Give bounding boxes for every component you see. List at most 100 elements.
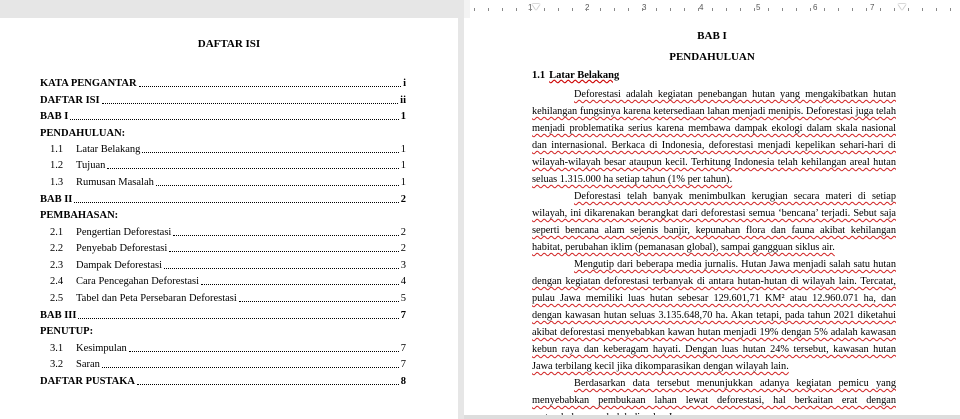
ruler-number: 6: [813, 3, 818, 12]
ruler-tick: [740, 8, 741, 11]
ruler-number: 4: [699, 3, 704, 12]
toc-entry-number: 3.1: [50, 343, 64, 354]
toc-entry[interactable]: 2.1 Pengertian Deforestasi 2: [40, 225, 406, 239]
ruler-tick: [880, 8, 881, 11]
toc-dot-leader: [164, 268, 399, 269]
body-paragraph: Deforestasi adalah kegiatan penebangan h…: [532, 89, 896, 185]
ruler-tick: [642, 8, 643, 11]
toc-dot-leader: [70, 119, 399, 120]
ruler-tick: [586, 8, 587, 11]
body-paragraph: Berdasarkan data tersebut menunjukkan ad…: [532, 378, 896, 419]
toc-entry[interactable]: 2.4 Cara Pencegahan Deforestasi 4: [40, 274, 406, 288]
ruler-tick: [628, 8, 629, 11]
horizontal-scrollbar[interactable]: [464, 415, 960, 419]
body-paragraph: Deforestasi telah banyak menimbulkan ker…: [532, 191, 896, 253]
toc-title: DAFTAR ISI: [197, 38, 261, 50]
toc-entry[interactable]: DAFTAR ISI ii: [40, 93, 406, 107]
toc-dot-leader: [142, 152, 399, 153]
body-text[interactable]: Deforestasi adalah kegiatan penebangan h…: [532, 86, 896, 419]
toc-entry-page: 1: [400, 144, 406, 155]
toc-entry[interactable]: KATA PENGANTAR i: [40, 76, 406, 90]
toc-entry-label: PEMBAHASAN:: [40, 210, 119, 221]
toc-entry[interactable]: 1.2 Tujuan 1: [40, 158, 406, 172]
left-indent-marker[interactable]: [532, 4, 540, 10]
ruler-tick: [572, 8, 573, 11]
toc-entry[interactable]: 3.2 Saran 7: [40, 357, 406, 371]
toc-entry[interactable]: 2.3 Dampak Deforestasi 3: [40, 258, 406, 272]
toc-entry-number: 2.4: [50, 276, 64, 287]
toc-entry[interactable]: 2.2 Penyebab Deforestasi 2: [40, 241, 406, 255]
toc-entry[interactable]: BAB I 1: [40, 109, 406, 123]
section-number: 1.1: [532, 70, 546, 81]
toc-entry-page: 7: [400, 359, 406, 370]
horizontal-ruler[interactable]: 1234567: [464, 0, 960, 19]
section-label: Latar Belakang: [549, 70, 620, 81]
toc-entry-label: Latar Belakang: [76, 144, 141, 155]
toc-dot-leader: [101, 367, 399, 368]
toc-entry-number: 1.2: [50, 160, 64, 171]
toc-entry[interactable]: PEMBAHASAN:: [40, 208, 406, 222]
toc-entry-page: 2: [400, 227, 406, 238]
toc-dot-leader: [78, 318, 399, 319]
toc-entry[interactable]: PENDAHULUAN:: [40, 126, 406, 140]
ruler-tick: [558, 8, 559, 11]
ruler-tick: [712, 8, 713, 11]
toc-entry[interactable]: DAFTAR PUSTAKA 8: [40, 374, 406, 388]
toc-entry-page: 7: [400, 343, 406, 354]
ruler-tick: [754, 8, 755, 11]
ruler-tick: [866, 8, 867, 11]
section-heading: 1.1 Latar Belakang: [532, 70, 619, 81]
toc-entry-number: 2.2: [50, 243, 64, 254]
ruler-tick: [782, 8, 783, 11]
ruler-tick: [684, 8, 685, 11]
toc-dot-leader: [173, 235, 399, 236]
toc-entry-page: 2: [400, 243, 406, 254]
toc-dot-leader: [74, 202, 399, 203]
toc-page: DAFTAR ISI KATA PENGANTAR i DAFTAR ISI ii BA…: [0, 18, 458, 419]
toc-entry[interactable]: 1.1 Latar Belakang 1: [40, 142, 406, 156]
ruler-tick: [768, 8, 769, 11]
toc-entry-label: DAFTAR ISI: [40, 95, 100, 106]
toc-entry-label: KATA PENGANTAR: [40, 78, 137, 89]
ruler-tick: [908, 8, 909, 11]
ruler-tick: [950, 8, 951, 11]
toc-dot-leader: [201, 284, 399, 285]
toc-entry[interactable]: 2.5 Tabel dan Peta Persebaran Deforestasi…: [40, 291, 406, 305]
toc-entry-number: 3.2: [50, 359, 64, 370]
chapter-number: BAB I: [697, 30, 727, 42]
ruler-scale[interactable]: 1234567: [470, 0, 960, 18]
ruler-tick: [810, 8, 811, 11]
toc-entry[interactable]: BAB III 7: [40, 308, 406, 322]
toc-dot-leader: [169, 251, 399, 252]
toc-entry[interactable]: BAB II 2: [40, 192, 406, 206]
chapter-page: BAB I PENDAHULUAN 1.1 Latar Belakang Defo…: [464, 18, 960, 419]
toc-entry-page: 3: [400, 260, 406, 271]
ruler-tick: [852, 8, 853, 11]
toc-entry-label: BAB II: [40, 194, 73, 205]
right-indent-marker[interactable]: [898, 4, 906, 10]
toc-entry-number: 2.3: [50, 260, 64, 271]
toc-entry-label: Rumusan Masalah: [76, 177, 154, 188]
toc-entry[interactable]: 3.1 Kesimpulan 7: [40, 341, 406, 355]
ruler-tick: [502, 8, 503, 11]
toc-entry-label: Pengertian Deforestasi: [76, 227, 172, 238]
ruler-tick: [936, 8, 937, 11]
toc-entry-page: 7: [400, 310, 406, 321]
toc-entry-label: Cara Pencegahan Deforestasi: [76, 276, 200, 287]
toc-entry-label: Tujuan: [76, 160, 106, 171]
toc-dot-leader: [101, 103, 399, 104]
ruler-tick: [894, 8, 895, 11]
ruler-number: 7: [870, 3, 875, 12]
chapter-title: PENDAHULUAN: [669, 51, 755, 63]
ruler-tick: [824, 8, 825, 11]
toc-entry-label: BAB III: [40, 310, 77, 321]
ruler-tick: [488, 8, 489, 11]
toc-entry-label: DAFTAR PUSTAKA: [40, 376, 135, 387]
toc-entry[interactable]: 1.3 Rumusan Masalah 1: [40, 175, 406, 189]
ruler-tick: [796, 8, 797, 11]
toc-entry-number: 2.1: [50, 227, 64, 238]
toc-entry[interactable]: PENUTUP:: [40, 324, 406, 338]
toc-entry-page: 8: [400, 376, 406, 387]
toc-entry-number: 2.5: [50, 293, 64, 304]
ruler-tick: [656, 8, 657, 11]
